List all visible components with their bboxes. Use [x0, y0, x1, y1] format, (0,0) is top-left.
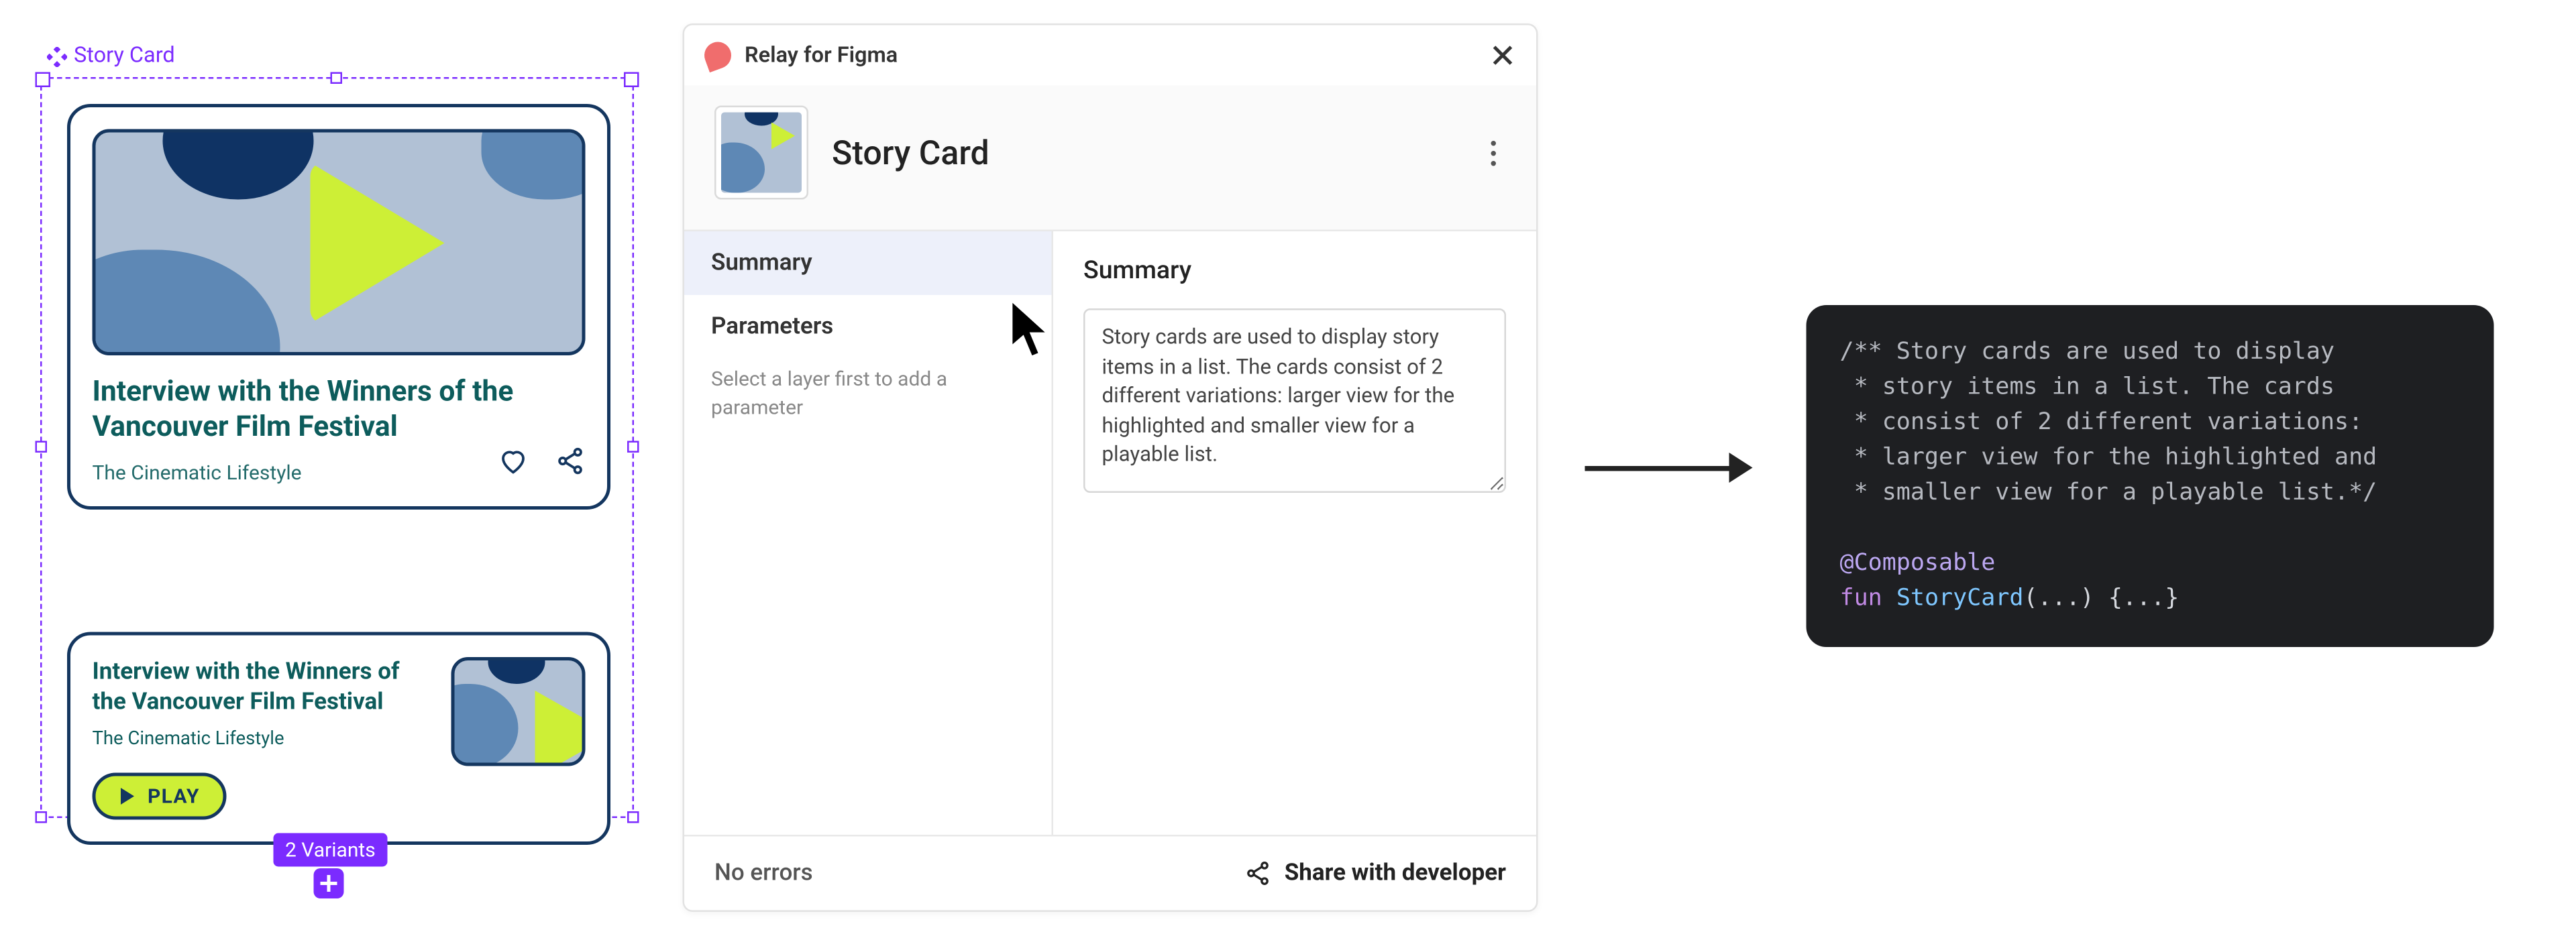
tab-parameters[interactable]: Parameters [684, 295, 1052, 359]
code-comment-line: * consist of 2 different variations: [1840, 409, 2363, 436]
relay-footer: No errors Share with developer [684, 835, 1536, 911]
hero-image [93, 129, 586, 356]
code-keyword: fun [1840, 585, 1882, 612]
play-button[interactable]: PLAY [93, 773, 227, 820]
code-comment-line: * larger view for the highlighted and [1840, 445, 2377, 471]
hero-image-small [451, 657, 586, 766]
add-variant-button[interactable] [314, 868, 344, 898]
plus-icon [319, 874, 339, 894]
share-icon[interactable] [555, 445, 586, 475]
code-comment-line: /** Story cards are used to display [1840, 339, 2335, 365]
play-icon [119, 788, 136, 805]
code-annotation: @Composable [1840, 550, 1996, 577]
share-with-developer-button[interactable]: Share with developer [1244, 860, 1506, 887]
flow-arrow [1585, 439, 1753, 496]
play-button-label: PLAY [148, 785, 200, 809]
relay-app-title: Relay for Figma [745, 43, 898, 68]
card-title-small: Interview with the Winners of the Vancou… [93, 657, 428, 718]
play-icon [535, 691, 586, 766]
relay-panel: Relay for Figma Story Card Summary Param… [683, 23, 1538, 912]
card-title: Interview with the Winners of the Vancou… [93, 375, 586, 447]
relay-header: Story Card [684, 86, 1536, 232]
relay-sidebar: Summary Parameters Select a layer first … [684, 231, 1053, 835]
share-icon [1244, 860, 1271, 887]
sidebar-hint: Select a layer first to add a parameter [684, 359, 1052, 428]
component-label-text: Story Card [74, 44, 175, 69]
code-comment-line: * smaller view for a playable list.*/ [1840, 479, 2377, 506]
story-card-large[interactable]: Interview with the Winners of the Vancou… [67, 104, 610, 509]
relay-main: Summary [1053, 231, 1536, 835]
close-icon[interactable] [1489, 42, 1516, 69]
relay-component-name: Story Card [832, 133, 989, 173]
code-signature: (...) {...} [2023, 585, 2179, 612]
component-icon [47, 46, 67, 66]
relay-logo-icon [700, 38, 735, 72]
card-subtitle: The Cinematic Lifestyle [93, 460, 302, 483]
card-subtitle-small: The Cinematic Lifestyle [93, 728, 428, 750]
code-comment-line: * story items in a list. The cards [1840, 374, 2335, 401]
heart-icon[interactable] [498, 445, 529, 475]
tab-summary[interactable]: Summary [684, 231, 1052, 295]
share-label: Share with developer [1285, 860, 1506, 887]
relay-titlebar: Relay for Figma [684, 25, 1536, 86]
code-function-name: StoryCard [1896, 585, 2024, 612]
play-icon [311, 162, 445, 323]
summary-textarea[interactable] [1083, 308, 1506, 493]
arrow-head-icon [1729, 453, 1753, 483]
component-thumbnail [714, 106, 808, 200]
overflow-menu-button[interactable] [1481, 130, 1507, 176]
figma-selection-frame[interactable]: Interview with the Winners of the Vancou… [40, 77, 634, 818]
summary-heading: Summary [1083, 255, 1506, 285]
story-card-small[interactable]: Interview with the Winners of the Vancou… [67, 632, 610, 845]
code-output: /** Story cards are used to display * st… [1807, 305, 2494, 647]
error-status: No errors [714, 860, 813, 887]
variant-count-badge: 2 Variants [274, 833, 388, 867]
figma-component-label[interactable]: Story Card [47, 44, 175, 69]
